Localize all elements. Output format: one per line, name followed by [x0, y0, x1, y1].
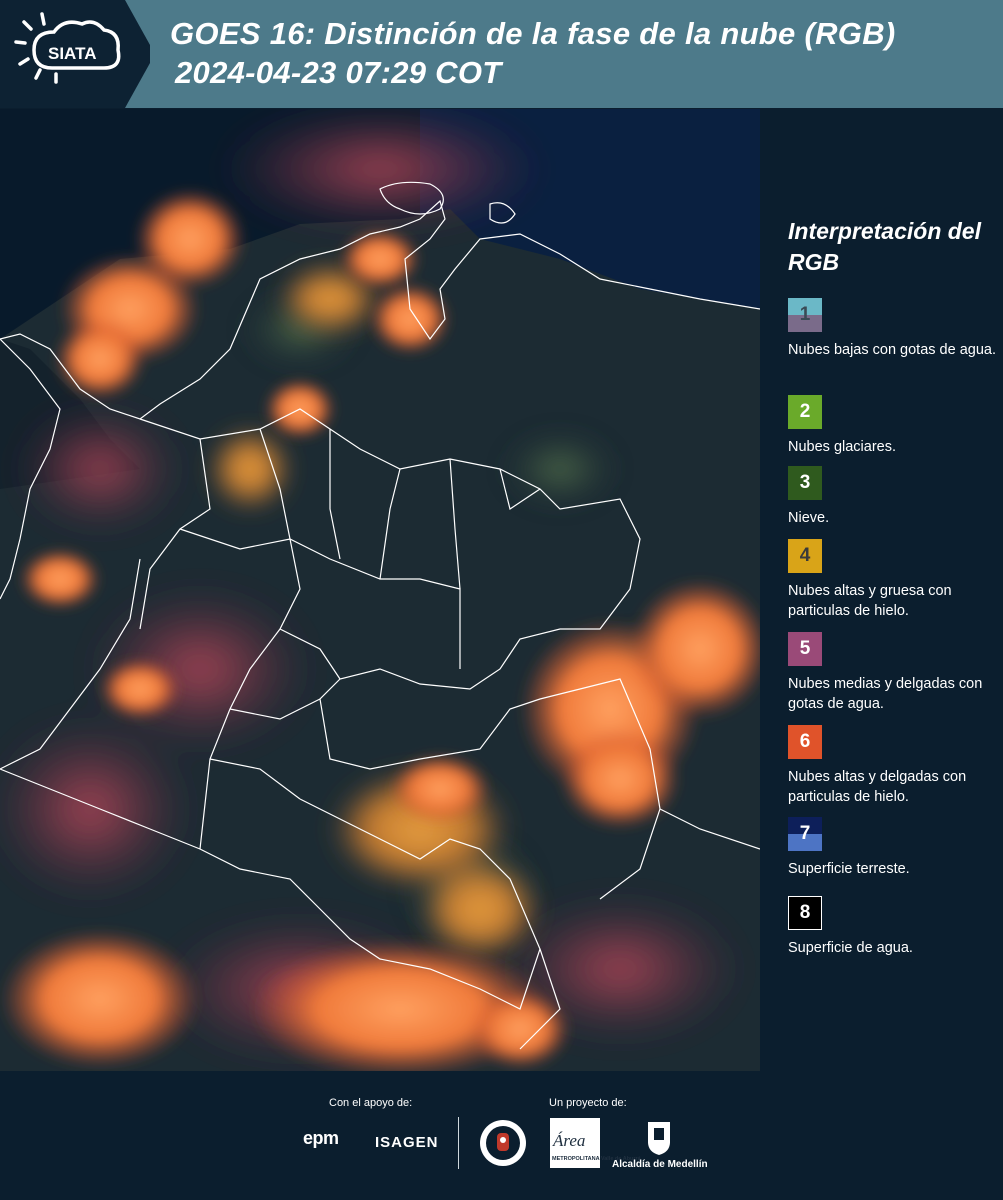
- legend-title: Interpretación del RGB: [788, 218, 981, 275]
- epm-logo: epm: [303, 1128, 339, 1148]
- legend-number: 8: [799, 902, 811, 923]
- footer: Con el apoyo de: Un proyecto de: epm ISA…: [0, 1071, 1003, 1200]
- header-bar: SIATA GOES 16: Distinción de la fase de …: [0, 0, 1003, 108]
- legend-number: 3: [799, 472, 811, 493]
- siata-logo: SIATA: [0, 0, 150, 108]
- legend-swatch: 6: [788, 725, 822, 759]
- legend-item-5: 5 Nubes medias y delgadas con gotas de ag…: [788, 632, 1003, 714]
- satellite-map[interactable]: [0, 109, 760, 1071]
- legend-swatch: 7: [788, 817, 822, 851]
- legend-label: Superficie terreste.: [788, 861, 910, 877]
- legend-label: Nubes bajas con gotas de agua.: [788, 342, 996, 358]
- satellite-image: [0, 109, 760, 1071]
- footer-divider: [458, 1117, 459, 1169]
- isagen-logo: ISAGEN: [375, 1134, 439, 1151]
- legend-item-2: 2 Nubes glaciares.: [788, 395, 1003, 457]
- legend-item-6: 6 Nubes altas y delgadas con particulas d…: [788, 725, 1003, 807]
- legend-number: 6: [799, 731, 811, 752]
- legend-swatch: 5: [788, 632, 822, 666]
- legend-number: 1: [799, 304, 811, 325]
- legend-swatch: 2: [788, 395, 822, 429]
- sun-cloud-icon: SIATA: [14, 12, 121, 84]
- page-title: GOES 16: Distinción de la fase de la nub…: [170, 16, 896, 51]
- legend-number: 5: [799, 638, 811, 659]
- legend-label: Nubes altas y gruesa con particulas de h…: [788, 583, 952, 619]
- page-timestamp: 2024-04-23 07:29 COT: [175, 55, 502, 90]
- legend-number: 4: [799, 545, 811, 566]
- legend-item-4: 4 Nubes altas y gruesa con particulas de …: [788, 539, 1003, 621]
- legend-label: Nubes altas y delgadas con particulas de…: [788, 769, 967, 805]
- legend-label: Nieve.: [788, 510, 830, 526]
- legend-swatch: 4: [788, 539, 822, 573]
- legend-swatch: 1: [788, 298, 822, 332]
- legend-item-8: 8 Superficie de agua.: [788, 896, 1003, 958]
- legend-swatch: 8: [788, 896, 822, 930]
- legend-item-1: 1 Nubes bajas con gotas de agua.: [788, 298, 1003, 360]
- support-label: Con el apoyo de:: [329, 1097, 413, 1109]
- university-seal-icon: [480, 1120, 526, 1166]
- area-logo-text: Área: [553, 1131, 586, 1150]
- legend-number: 2: [799, 401, 811, 422]
- legend-label: Nubes glaciares.: [788, 439, 896, 455]
- legend-label: Superficie de agua.: [788, 940, 913, 956]
- alcaldia-crest-icon: [648, 1122, 670, 1155]
- legend-label: Nubes medias y delgadas con gotas de agu…: [788, 676, 983, 712]
- project-label: Un proyecto de:: [549, 1097, 627, 1109]
- legend-item-7: 7 Superficie terreste.: [788, 817, 1003, 879]
- legend-swatch: 3: [788, 466, 822, 500]
- legend-number: 7: [799, 823, 811, 844]
- legend-item-3: 3 Nieve.: [788, 466, 1003, 528]
- alcaldia-logo-text: Alcaldía de Medellín: [612, 1159, 708, 1170]
- svg-text:SIATA: SIATA: [48, 44, 96, 63]
